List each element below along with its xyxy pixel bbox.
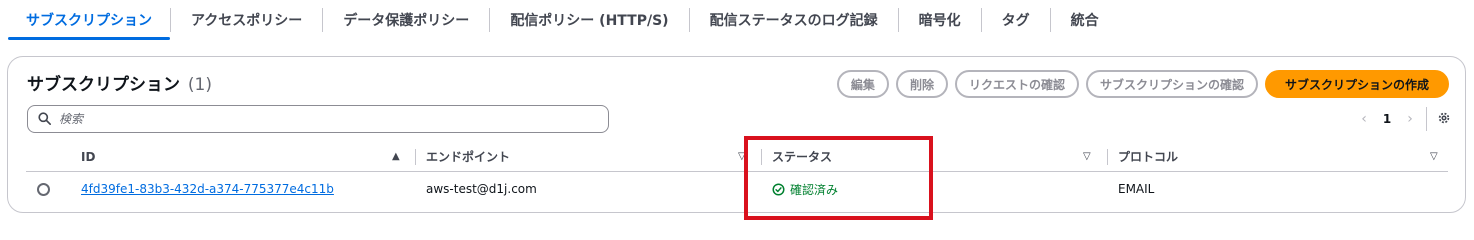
sort-caret-icon[interactable]: ▽ [1430,142,1438,171]
sort-ascending-icon[interactable]: ▲ [392,142,400,171]
tab-label: サブスクリプション [26,13,152,29]
confirm-subscription-button[interactable]: サブスクリプションの確認 [1085,70,1258,98]
pagination-divider [1426,107,1427,131]
subscriptions-table: ID ▲ エンドポイント ▽ ステータス ▽ プロトコル ▽ 4fd39fe1-… [26,142,1448,206]
gear-icon[interactable] [1437,110,1451,129]
subscription-id[interactable]: 4fd39fe1-83b3-432d-a374-775377e4c11b [81,182,334,196]
action-buttons: 編集 削除 リクエストの確認 サブスクリプションの確認 サブスクリプションの作成 [836,70,1449,98]
tab-label: 暗号化 [918,13,961,29]
tab-bar: サブスクリプション アクセスポリシー データ保護ポリシー 配信ポリシー (HTT… [0,0,1474,40]
column-divider[interactable] [1107,149,1108,165]
status-highlight-box [744,136,933,220]
column-divider[interactable] [415,149,416,165]
radio-button[interactable] [37,182,50,196]
tab-label: 配信ポリシー (HTTP/S) [510,13,669,29]
tab-tags[interactable]: タグ [982,0,1050,40]
delete-button[interactable]: 削除 [895,70,948,98]
table-row: 4fd39fe1-83b3-432d-a374-775377e4c11b aws… [26,172,1448,206]
column-header-protocol[interactable]: プロトコル [1118,142,1178,171]
request-confirmation-button[interactable]: リクエストの確認 [954,70,1079,98]
create-subscription-button[interactable]: サブスクリプションの作成 [1264,70,1449,98]
panel-title-text: サブスクリプション [27,75,180,95]
pagination: ‹ 1 › [1356,107,1451,131]
tab-data-protection-policy[interactable]: データ保護ポリシー [323,0,489,40]
previous-page-icon[interactable]: ‹ [1356,111,1372,127]
endpoint-cell: aws-test@d1j.com [426,182,537,196]
current-page-number[interactable]: 1 [1372,112,1402,126]
tab-delivery-status-logging[interactable]: 配信ステータスのログ記録 [690,0,898,40]
column-header-id[interactable]: ID [81,142,95,171]
edit-button[interactable]: 編集 [836,70,889,98]
protocol-cell: EMAIL [1118,182,1155,196]
search-box [27,105,609,133]
search-icon [38,110,51,129]
tab-label: タグ [1001,13,1030,29]
subscriptions-panel: サブスクリプション (1) 編集 削除 リクエストの確認 サブスクリプションの確… [7,56,1466,213]
tab-access-policy[interactable]: アクセスポリシー [171,0,322,40]
column-header-endpoint[interactable]: エンドポイント [426,142,510,171]
tab-label: データ保護ポリシー [343,13,470,29]
tab-label: 統合 [1070,13,1099,29]
table-header: ID ▲ エンドポイント ▽ ステータス ▽ プロトコル ▽ [26,142,1448,172]
tab-delivery-policy[interactable]: 配信ポリシー (HTTP/S) [490,0,688,40]
subscription-count: (1) [187,75,213,95]
search-input[interactable] [59,112,579,126]
tab-subscriptions[interactable]: サブスクリプション [0,0,170,40]
tab-integrations[interactable]: 統合 [1051,0,1119,40]
next-page-icon[interactable]: › [1402,111,1418,127]
tab-label: 配信ステータスのログ記録 [709,13,878,29]
subscription-id-link[interactable]: 4fd39fe1-83b3-432d-a374-775377e4c11b [81,172,334,206]
panel-title: サブスクリプション (1) [27,70,212,95]
tab-encryption[interactable]: 暗号化 [899,0,981,40]
row-select-radio[interactable] [37,172,50,206]
tab-label: アクセスポリシー [191,13,303,29]
sort-caret-icon[interactable]: ▽ [1083,142,1091,171]
